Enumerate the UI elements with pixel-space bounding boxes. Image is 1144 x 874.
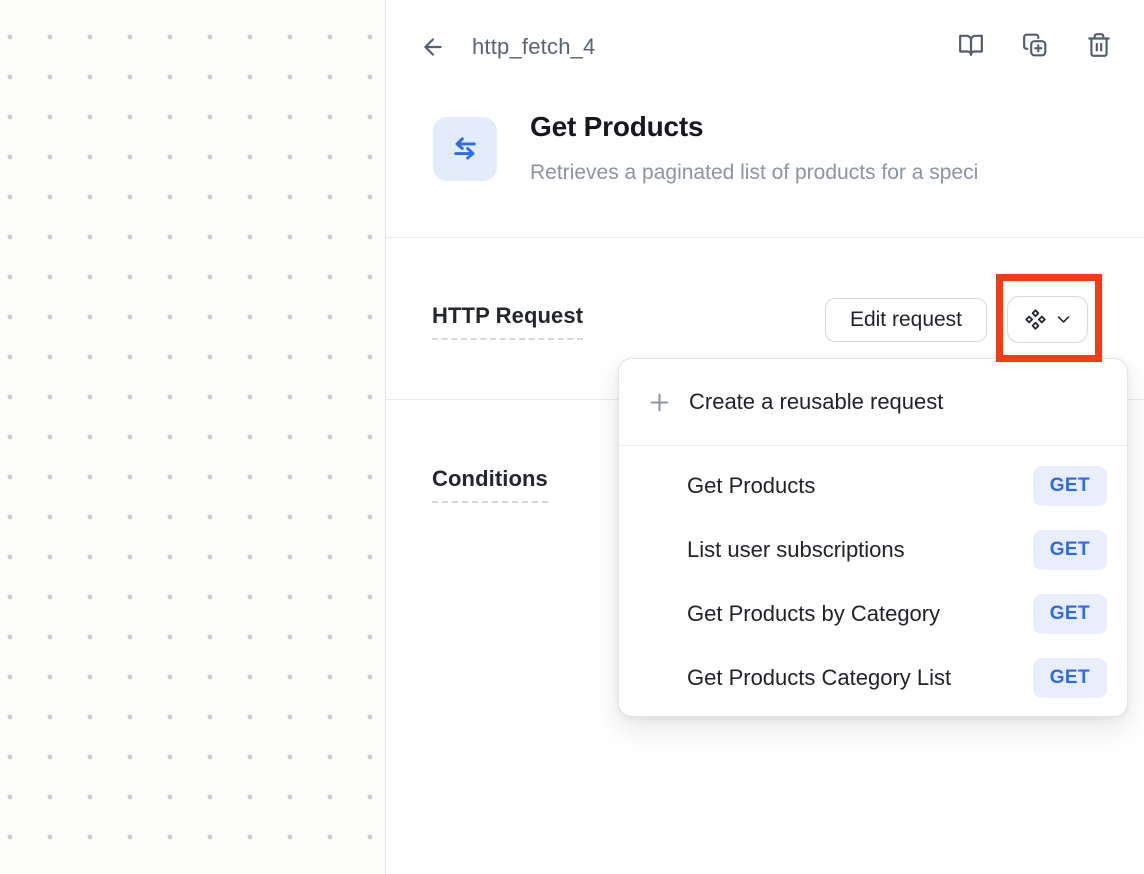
node-detail-panel: http_fetch_4	[386, 0, 1144, 874]
method-badge: GET	[1033, 594, 1107, 634]
menu-item-list-user-subscriptions[interactable]: List user subscriptions GET	[619, 518, 1127, 582]
menu-item-label: Get Products Category List	[687, 665, 951, 691]
reusable-request-menu: Create a reusable request Get Products G…	[618, 358, 1128, 717]
panel-header: http_fetch_4	[386, 24, 1144, 68]
back-button[interactable]	[419, 33, 447, 61]
menu-item-list: Get Products GET List user subscriptions…	[619, 446, 1127, 716]
swap-arrows-icon	[449, 133, 481, 165]
plus-icon	[647, 390, 672, 415]
node-type-tile	[433, 117, 497, 181]
menu-item-get-products-by-category[interactable]: Get Products by Category GET	[619, 582, 1127, 646]
menu-item-get-products-category-list[interactable]: Get Products Category List GET	[619, 646, 1127, 710]
menu-item-get-products[interactable]: Get Products GET	[619, 454, 1127, 518]
trash-icon	[1086, 32, 1112, 58]
method-badge: GET	[1033, 658, 1107, 698]
header-actions	[958, 32, 1112, 58]
app-window: http_fetch_4	[0, 0, 1144, 874]
method-badge: GET	[1033, 530, 1107, 570]
section-divider	[386, 237, 1144, 238]
method-badge: GET	[1033, 466, 1107, 506]
copy-plus-icon	[1022, 32, 1048, 58]
node-description: Retrieves a paginated list of products f…	[530, 161, 1144, 185]
menu-item-label: Create a reusable request	[689, 389, 943, 415]
node-title: Get Products	[530, 111, 703, 143]
edit-request-button[interactable]: Edit request	[825, 298, 987, 342]
reusable-request-dropdown-button[interactable]	[1007, 296, 1088, 343]
node-id-label: http_fetch_4	[472, 34, 596, 60]
menu-item-label: Get Products by Category	[687, 601, 940, 627]
diamonds-icon	[1024, 308, 1047, 331]
arrow-left-icon	[420, 34, 446, 60]
delete-button[interactable]	[1086, 32, 1112, 58]
conditions-label[interactable]: Conditions	[432, 466, 548, 503]
menu-item-label: List user subscriptions	[687, 537, 905, 563]
open-book-icon	[958, 32, 984, 58]
duplicate-button[interactable]	[1022, 32, 1048, 58]
http-request-label[interactable]: HTTP Request	[432, 303, 583, 340]
menu-item-create-reusable-request[interactable]: Create a reusable request	[619, 359, 1127, 446]
chevron-down-icon	[1055, 311, 1072, 328]
menu-item-label: Get Products	[687, 473, 815, 499]
docs-button[interactable]	[958, 32, 984, 58]
node-summary: Get Products Retrieves a paginated list …	[386, 117, 1144, 183]
workflow-canvas[interactable]	[0, 0, 386, 874]
